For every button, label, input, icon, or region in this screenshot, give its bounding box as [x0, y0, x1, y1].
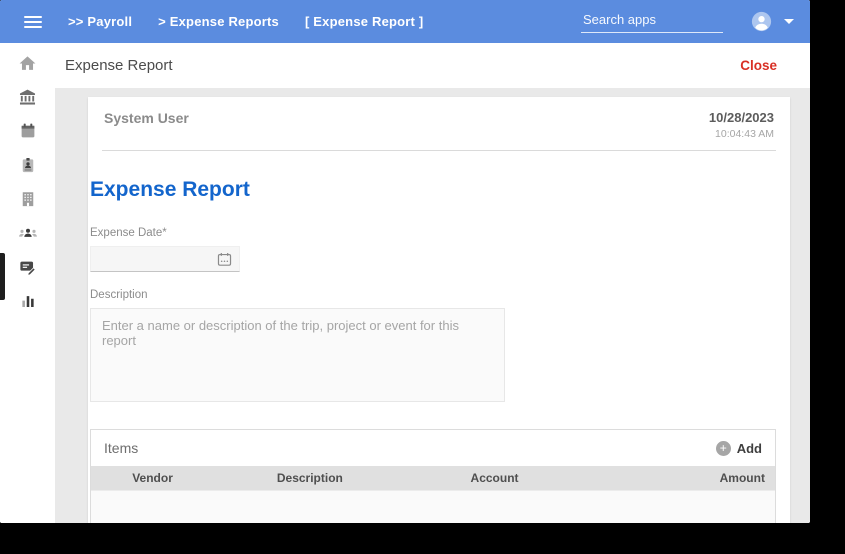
sidebar-item-expense-reports[interactable] [0, 250, 55, 284]
card-header: System User 10/28/2023 10:04:43 AM [88, 97, 790, 142]
column-description: Description [276, 471, 343, 485]
column-amount: Amount [719, 471, 765, 485]
sidebar-item-calendar[interactable] [0, 114, 55, 148]
topbar-right [581, 10, 800, 33]
sidebar-item-people[interactable] [0, 216, 55, 250]
menu-icon [24, 15, 42, 18]
calendar-picker-icon[interactable] [216, 251, 233, 268]
bank-icon [19, 89, 36, 105]
page-title: Expense Report [65, 57, 173, 74]
topbar: >> Payroll > Expense Reports [ Expense R… [0, 0, 810, 43]
column-vendor: Vendor [132, 471, 173, 485]
main-region: Expense Report Close System User 10/28/2… [55, 43, 810, 523]
screen-background: >> Payroll > Expense Reports [ Expense R… [0, 0, 845, 554]
app-body: Expense Report Close System User 10/28/2… [0, 43, 810, 523]
column-account: Account [470, 471, 519, 485]
active-item-indicator [0, 253, 5, 300]
content-area: System User 10/28/2023 10:04:43 AM Expen… [55, 88, 810, 523]
expense-date-label: Expense Date* [90, 227, 167, 239]
chevron-down-icon[interactable] [784, 19, 794, 24]
breadcrumb-expense-report[interactable]: [ Expense Report ] [305, 14, 423, 29]
sidebar-item-bank[interactable] [0, 80, 55, 114]
record-user: System User [104, 110, 189, 126]
menu-button[interactable] [24, 15, 42, 28]
record-datetime: 10/28/2023 10:04:43 AM [709, 110, 774, 140]
breadcrumb-payroll[interactable]: >> Payroll [68, 14, 132, 29]
sidebar-item-reports[interactable] [0, 284, 55, 318]
bar-chart-icon [21, 296, 34, 307]
home-icon [19, 55, 36, 70]
app-window: >> Payroll > Expense Reports [ Expense R… [0, 0, 810, 523]
items-table-body [91, 490, 775, 523]
description-textarea[interactable] [90, 308, 505, 402]
sidebar-item-home[interactable] [0, 46, 55, 80]
form-title: Expense Report [90, 178, 250, 201]
card-header-divider [102, 150, 776, 151]
items-title: Items [104, 440, 139, 456]
breadcrumb: >> Payroll > Expense Reports [ Expense R… [68, 14, 423, 29]
user-avatar[interactable] [751, 11, 772, 32]
building-icon [22, 192, 33, 207]
page-header: Expense Report Close [55, 43, 810, 88]
sidebar [0, 43, 55, 523]
expense-report-card: System User 10/28/2023 10:04:43 AM Expen… [88, 97, 790, 523]
record-date: 10/28/2023 [708, 110, 774, 125]
edit-note-icon [20, 261, 36, 276]
form-area: Expense Report Expense Date* Description… [88, 178, 790, 523]
calendar-icon [21, 123, 34, 138]
record-time: 10:04:43 AM [715, 128, 774, 140]
sidebar-item-company[interactable] [0, 182, 55, 216]
items-panel: Items Add Vendor Description Acco [90, 429, 776, 523]
people-icon [18, 228, 37, 237]
items-table-header: Vendor Description Account Amount [91, 466, 775, 490]
person-icon [751, 11, 772, 32]
search-input[interactable] [581, 10, 723, 33]
add-item-button[interactable]: Add [715, 440, 762, 456]
badge-icon [22, 157, 33, 173]
description-label: Description [90, 289, 148, 301]
add-item-label: Add [736, 440, 762, 456]
expense-date-field [90, 246, 240, 272]
plus-icon [715, 440, 731, 456]
breadcrumb-expense-reports[interactable]: > Expense Reports [158, 14, 279, 29]
close-button[interactable]: Close [740, 58, 777, 73]
sidebar-item-employee[interactable] [0, 148, 55, 182]
items-header: Items Add [91, 430, 775, 466]
